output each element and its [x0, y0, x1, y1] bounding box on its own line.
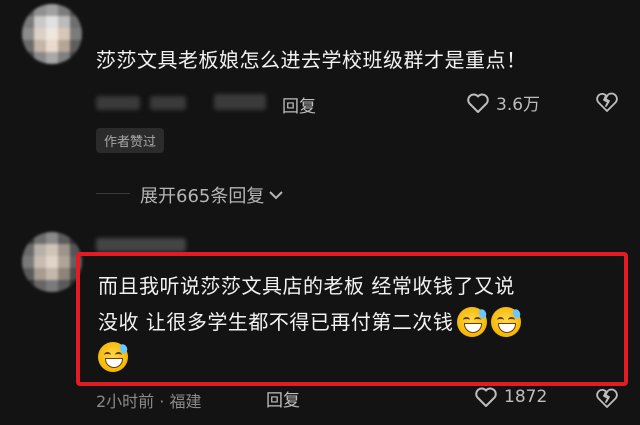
comment-meta: 2小时前 · 福建	[96, 392, 202, 411]
broken-heart-icon	[596, 92, 618, 112]
comment-text-line-2: 没收 让很多学生都不得已再付第二次钱	[98, 310, 454, 334]
chevron-down-icon	[268, 189, 284, 201]
highlight-box: 而且我听说莎莎文具店的老板 经常收钱了又说 没收 让很多学生都不得已再付第二次钱	[76, 252, 628, 386]
like-button[interactable]: 1872	[474, 386, 547, 408]
expand-replies-label: 展开665条回复	[140, 186, 265, 207]
username-blurred	[96, 238, 186, 252]
reply-button[interactable]: 回复	[282, 92, 316, 117]
avatar[interactable]	[22, 4, 82, 64]
dislike-button[interactable]	[596, 92, 618, 112]
like-button[interactable]: 3.6万	[466, 90, 540, 115]
grinning-sweat-emoji	[98, 342, 129, 372]
like-count: 3.6万	[496, 95, 541, 115]
comment-text: 莎莎文具老板娘怎么进去学校班级群才是重点！	[96, 48, 527, 72]
heart-outline-icon	[474, 386, 498, 408]
username-blurred	[150, 96, 186, 110]
expand-replies-button[interactable]: 展开665条回复	[140, 182, 284, 208]
avatar[interactable]	[22, 232, 82, 292]
heart-outline-icon	[466, 92, 490, 114]
username-blurred	[96, 96, 140, 110]
reply-button[interactable]: 回复	[266, 386, 300, 411]
comment-text-line-1: 而且我听说莎莎文具店的老板 经常收钱了又说	[98, 274, 515, 298]
like-count: 1872	[504, 387, 548, 407]
grinning-sweat-emoji	[457, 307, 489, 337]
dislike-button[interactable]	[596, 388, 618, 408]
broken-heart-icon	[596, 388, 618, 408]
divider	[96, 193, 130, 194]
grinning-sweat-emoji	[491, 307, 523, 337]
author-liked-badge: 作者赞过	[96, 128, 165, 153]
username-blurred	[214, 94, 266, 110]
